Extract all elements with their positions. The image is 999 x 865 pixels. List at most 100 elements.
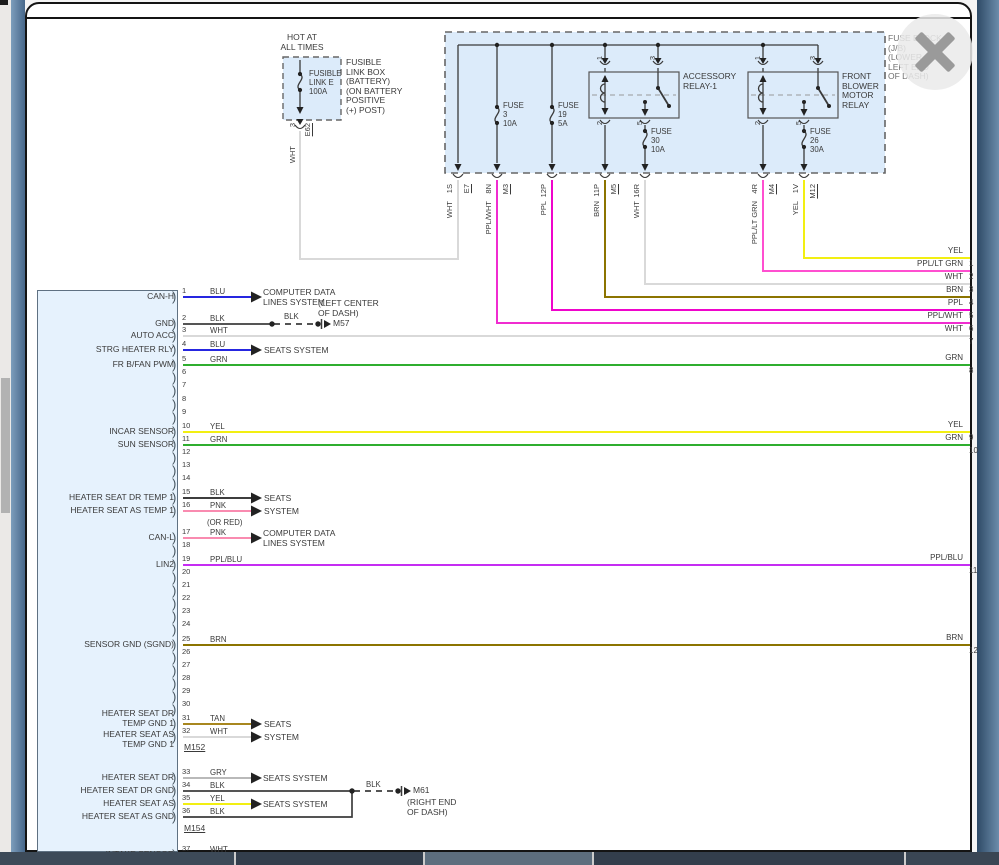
pin-label-heater-seat-as-temp-gnd1: HEATER SEAT AS TEMP GND 1: [40, 729, 174, 749]
pin-label-can-l: CAN-L: [40, 532, 174, 542]
pin-number: 11: [182, 434, 190, 443]
splice-m61-location: (RIGHT END OF DASH): [407, 798, 456, 817]
splice-m57-location: (LEFT CENTER OF DASH): [318, 299, 379, 318]
pin-number: 8: [182, 394, 186, 403]
splice-m57-label: M57: [333, 319, 350, 329]
wire-color-p33: GRY: [210, 768, 227, 777]
pin-label-heater-seat-dr-temp-gnd1: HEATER SEAT DR TEMP GND 1: [40, 708, 174, 728]
wiring-diagram-viewer: HOT AT ALL TIMES FUSIBLE LINK E 100A FUS…: [0, 0, 999, 865]
pin-number: 27: [182, 660, 190, 669]
output-connector-label: E7: [461, 184, 472, 193]
dest-seats-p31: SEATS: [264, 720, 291, 730]
wire-number: 2: [969, 272, 973, 281]
output-wire-color-label: PPL/LT GRN: [749, 201, 760, 244]
page-scrollbar-thumb[interactable]: [1, 378, 10, 513]
pin-number: 2: [182, 313, 186, 322]
pin-label-sensor-gnd: SENSOR GND (SGND): [40, 639, 174, 649]
output-pin-label: 1V: [790, 184, 801, 193]
wire-color-label: BRN: [858, 285, 963, 294]
pin-label-gnd: GND: [40, 318, 174, 328]
wire-color-label: GRN: [858, 433, 963, 442]
dest-system-p16: SYSTEM: [264, 507, 299, 517]
wire-color-p1: BLU: [210, 287, 225, 296]
pin-number: 7: [182, 380, 186, 389]
wire-number: 11: [969, 566, 977, 575]
fuse-19-label: FUSE 19 5A: [558, 101, 579, 128]
wire-color-label: PPL/LT GRN: [858, 259, 963, 268]
wire-color-label: YEL: [858, 420, 963, 429]
output-pin-label: 4R: [749, 184, 760, 194]
output-pin-label: 8N: [483, 184, 494, 194]
output-wire-color-label: WHT: [631, 201, 642, 218]
pin-number: 36: [182, 806, 190, 815]
wire-number: 5: [969, 311, 973, 320]
hot-at-all-times-label: HOT AT ALL TIMES: [272, 33, 332, 52]
wire-color-p5: GRN: [210, 355, 227, 364]
pin-number: 12: [182, 447, 190, 456]
relay2-pin1: 1: [752, 56, 763, 60]
splice-wire-color-m57: BLK: [284, 312, 299, 321]
pin-number: 9: [182, 407, 186, 416]
connector-e62-label: E62: [302, 123, 313, 136]
output-connector-label: M5: [608, 184, 619, 194]
pin-number: 22: [182, 593, 190, 602]
pin-label-heater-seat-as-gnd: HEATER SEAT AS GND: [40, 811, 174, 821]
pin-number: 6: [182, 367, 186, 376]
wire-color-alt-p17: (OR RED): [207, 518, 243, 527]
bottom-panel-segment[interactable]: [236, 852, 423, 865]
output-wire-color-label: PPL/WHT: [483, 201, 494, 234]
relay2-pin5: 5: [793, 121, 804, 125]
wire-number: 6: [969, 324, 973, 333]
output-wire-color-label: WHT: [444, 201, 455, 218]
wire-number: 8: [969, 366, 973, 375]
wire-color-label: PPL/WHT: [858, 311, 963, 320]
pin-label-heater-seat-as-temp1: HEATER SEAT AS TEMP 1: [40, 505, 174, 515]
wire-number: 12: [969, 646, 978, 655]
pin-number: 32: [182, 726, 190, 735]
pin-number: 13: [182, 460, 190, 469]
pin-number: 29: [182, 686, 190, 695]
feed-wire-color-label: WHT: [287, 146, 298, 163]
pin-label-heater-seat-dr-temp1: HEATER SEAT DR TEMP 1: [40, 492, 174, 502]
wire-color-label: PPL/BLU: [858, 553, 963, 562]
pin-number: 24: [182, 619, 190, 628]
viewer-left-frame: [11, 0, 25, 865]
wire-number: 7: [969, 337, 973, 346]
page-corner-fragment: [0, 0, 8, 5]
bottom-panel-segment[interactable]: [906, 852, 999, 865]
output-wire-color-label: PPL: [538, 201, 549, 215]
wire-color-p25: BRN: [210, 635, 226, 644]
pin-number: 15: [182, 487, 190, 496]
pin-label-heater-seat-dr-gnd: HEATER SEAT DR GND: [40, 785, 174, 795]
close-button[interactable]: [897, 14, 973, 90]
splice-m61-label: M61: [413, 786, 430, 796]
dialog-header-divider: [27, 17, 970, 19]
wire-color-label: PPL: [858, 298, 963, 307]
dest-system-p32: SYSTEM: [264, 733, 299, 743]
wire-color-p2: BLK: [210, 314, 225, 323]
pin-number: 20: [182, 567, 190, 576]
wire-color-p11: GRN: [210, 435, 227, 444]
pin-number: 33: [182, 767, 190, 776]
wire-color-label: WHT: [858, 324, 963, 333]
bottom-panel-segment[interactable]: [0, 852, 234, 865]
dest-computer-data-p17: COMPUTER DATA LINES SYSTEM: [263, 529, 335, 548]
pin-number: 25: [182, 634, 190, 643]
wire-number: 4: [969, 298, 973, 307]
wire-color-p34: BLK: [210, 781, 225, 790]
bottom-panel-segment[interactable]: [425, 852, 592, 865]
wire-color-p31: TAN: [210, 714, 225, 723]
dest-seats-system-p33: SEATS SYSTEM: [263, 774, 328, 784]
wire-color-p4: BLU: [210, 340, 225, 349]
bottom-panel-segment[interactable]: [594, 852, 904, 865]
wire-color-p15: BLK: [210, 488, 225, 497]
pin-number: 1: [182, 286, 186, 295]
pin-label-fr-bfan-pwm: FR B/FAN PWM: [40, 359, 174, 369]
relay1-pin2: 2: [594, 121, 605, 125]
pin-number: 17: [182, 527, 190, 536]
output-connector-label: M3: [500, 184, 511, 194]
wire-color-label: BRN: [858, 633, 963, 642]
wire-number: 10: [969, 446, 978, 455]
pin-number: 34: [182, 780, 190, 789]
pin-number: 19: [182, 554, 190, 563]
